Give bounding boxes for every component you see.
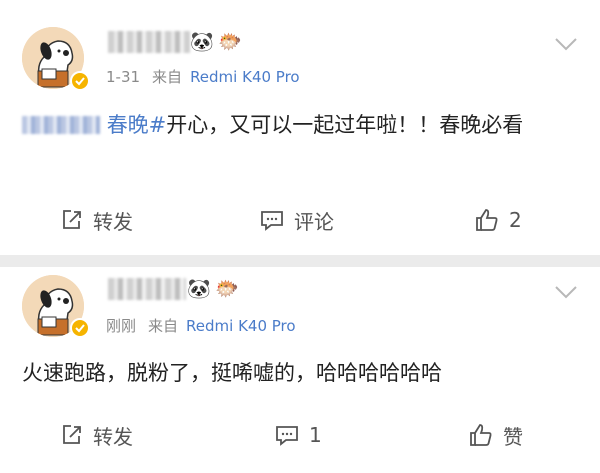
username-blurred[interactable]	[108, 31, 190, 53]
action-bar: 转发 评论 2	[0, 200, 600, 240]
like-icon	[470, 424, 492, 446]
post-time: 1-31	[106, 68, 141, 86]
post-meta: 刚刚 来自 Redmi K40 Pro	[106, 315, 296, 336]
chevron-down-icon[interactable]	[554, 285, 578, 299]
source-prefix: 来自	[148, 317, 179, 335]
pufferfish-emoji: 🐡	[215, 278, 239, 300]
post-text: 火速跑路，脱粉了，挺唏嘘的，哈哈哈哈哈哈	[22, 361, 442, 385]
repost-icon	[63, 425, 81, 444]
panda-emoji: 🐼	[190, 31, 214, 53]
verified-badge-icon	[70, 318, 90, 338]
repost-button[interactable]: 转发	[60, 200, 133, 240]
comment-icon	[276, 426, 298, 446]
like-button[interactable]: 赞	[468, 415, 523, 455]
username-blurred[interactable]	[108, 278, 186, 300]
comment-count: 1	[309, 423, 322, 447]
action-bar: 转发 1 赞	[0, 415, 600, 455]
like-button[interactable]: 2	[474, 200, 522, 240]
repost-button[interactable]: 转发	[60, 415, 133, 455]
comment-button[interactable]: 评论	[259, 200, 334, 240]
post-meta: 1-31 来自 Redmi K40 Pro	[106, 66, 300, 87]
comment-label: 评论	[294, 209, 334, 234]
source-prefix: 来自	[152, 68, 183, 86]
post-card: 🐼 🐡 1-31 来自 Redmi K40 Pro 春晚#开心，又可以一起过年啦！！…	[0, 0, 600, 255]
pufferfish-emoji: 🐡	[218, 31, 242, 53]
comment-button[interactable]: 1	[274, 415, 322, 455]
post-time: 刚刚	[106, 317, 137, 335]
hashtag-link[interactable]: 春晚#	[22, 113, 166, 137]
post-content: 春晚#开心，又可以一起过年啦！！春晚必看	[22, 108, 574, 143]
like-label: 赞	[503, 424, 523, 449]
post-card: 🐼 🐡 刚刚 来自 Redmi K40 Pro 火速跑路，脱粉了，挺唏嘘的，哈哈哈哈…	[0, 267, 600, 473]
like-count: 2	[509, 208, 522, 232]
chevron-down-icon[interactable]	[554, 37, 578, 51]
repost-label: 转发	[93, 209, 133, 234]
verified-badge-icon	[70, 71, 90, 91]
repost-icon	[63, 210, 81, 229]
post-source[interactable]: Redmi K40 Pro	[186, 317, 296, 335]
post-content: 火速跑路，脱粉了，挺唏嘘的，哈哈哈哈哈哈	[22, 356, 574, 391]
repost-label: 转发	[93, 424, 133, 449]
post-text: 开心，又可以一起过年啦！！春晚必看	[166, 113, 524, 137]
comment-icon	[261, 211, 283, 231]
post-source[interactable]: Redmi K40 Pro	[190, 68, 300, 86]
panda-emoji: 🐼	[187, 278, 211, 300]
like-icon	[476, 209, 498, 231]
